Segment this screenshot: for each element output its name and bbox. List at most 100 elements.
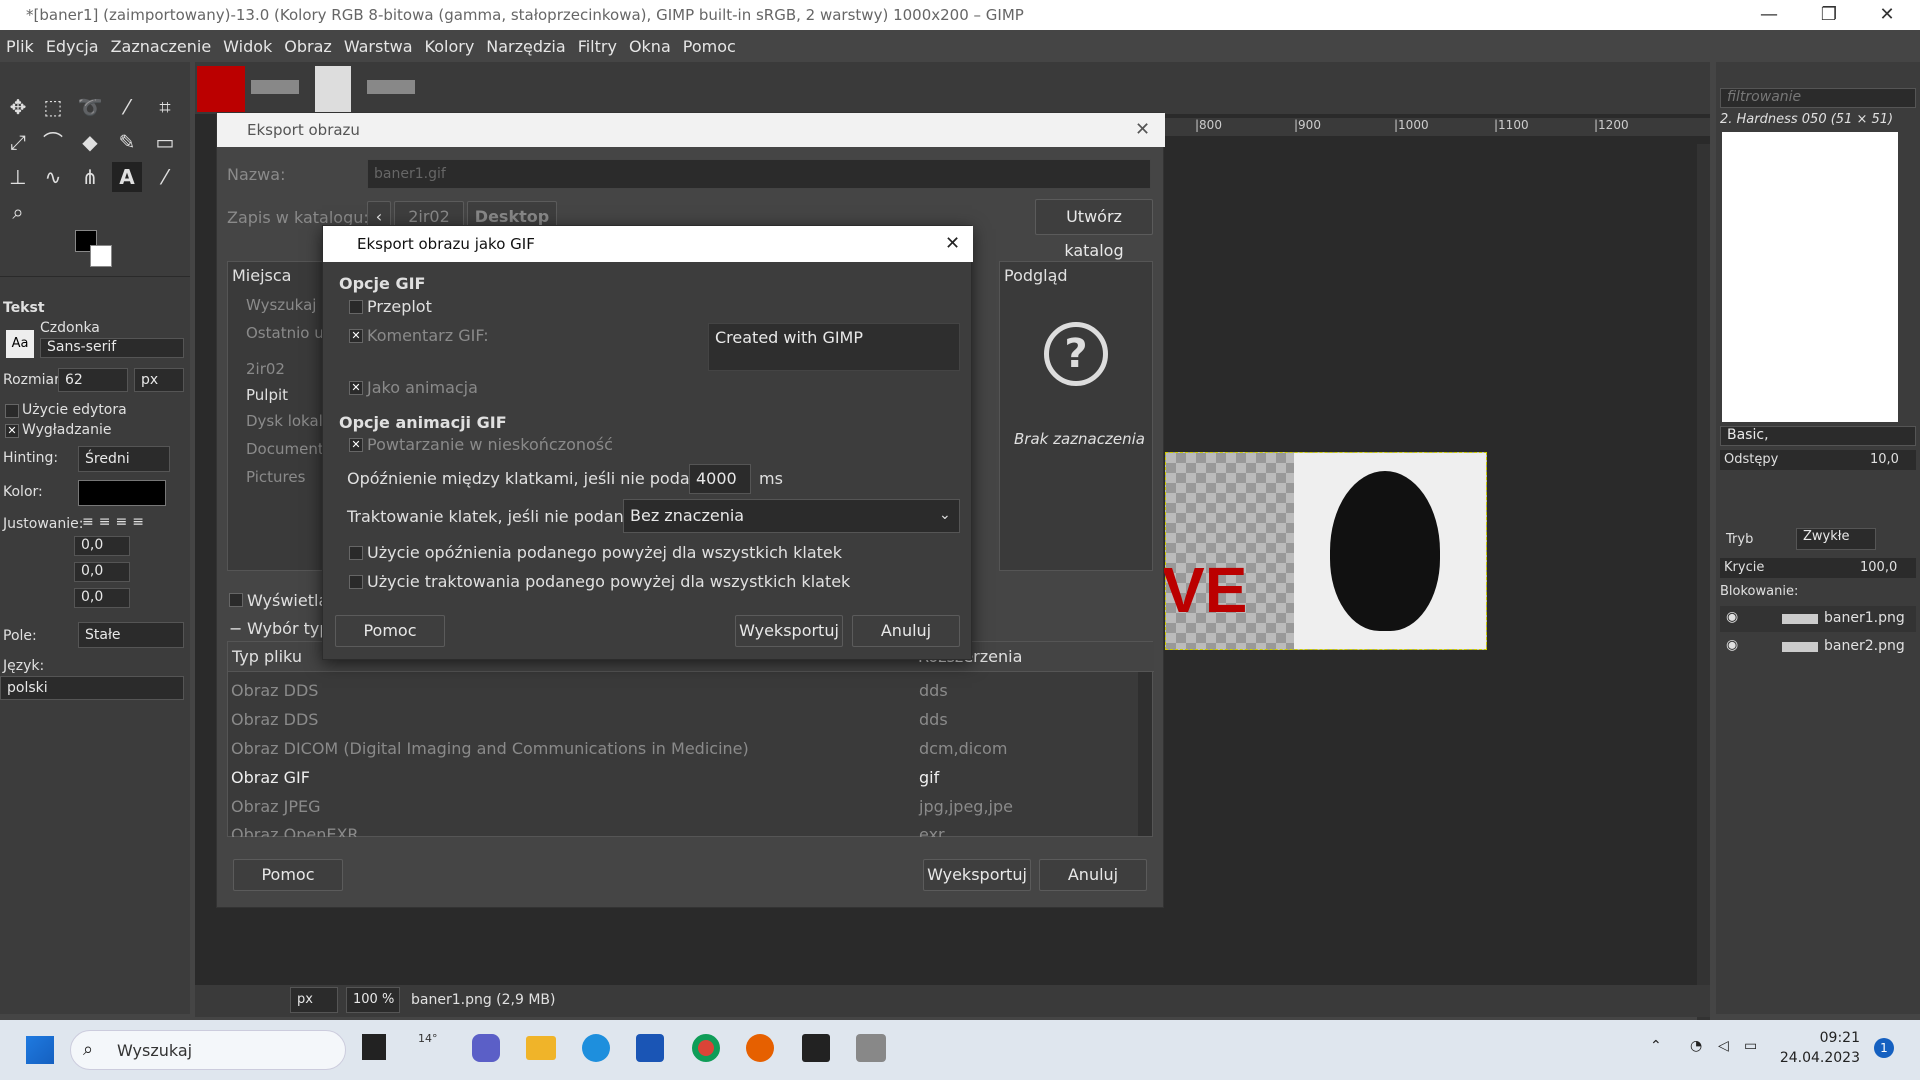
col-header-type[interactable]: Typ pliku xyxy=(232,647,302,666)
menu-image[interactable]: Obraz xyxy=(284,37,332,56)
paths-icon[interactable]: ⋔ xyxy=(75,162,105,192)
as-animation-checkbox[interactable]: ✕ xyxy=(349,381,363,395)
color-picker-icon[interactable]: ⁄ xyxy=(150,162,180,192)
brush-filter-input[interactable]: filtrowanie xyxy=(1720,88,1916,108)
brush-preset-select[interactable]: Basic, xyxy=(1720,426,1916,446)
menu-help[interactable]: Pomoc xyxy=(683,37,736,56)
rect-select-icon[interactable]: ⬚ xyxy=(38,92,68,122)
crop-icon[interactable]: ⌗ xyxy=(150,92,180,122)
table-scrollbar[interactable] xyxy=(1138,672,1152,836)
brush-grid[interactable] xyxy=(1722,132,1898,422)
transform-icon[interactable]: ⤢ xyxy=(3,127,33,157)
export-close-icon[interactable]: ✕ xyxy=(1135,113,1150,147)
place-item[interactable]: Document xyxy=(246,440,324,458)
place-item[interactable]: Wyszukaj xyxy=(246,296,316,314)
menu-select[interactable]: Zaznaczenie xyxy=(111,37,212,56)
menu-layer[interactable]: Warstwa xyxy=(344,37,413,56)
table-row[interactable]: Obraz DDS xyxy=(231,681,318,700)
clone-icon[interactable]: ⊥ xyxy=(3,162,33,192)
volume-icon[interactable]: ◁ xyxy=(1718,1038,1729,1054)
fuzzy-select-icon[interactable]: ⁄ xyxy=(112,92,142,122)
show-all-checkbox[interactable] xyxy=(229,593,243,607)
menu-colors[interactable]: Kolory xyxy=(425,37,475,56)
menu-edit[interactable]: Edycja xyxy=(46,37,99,56)
indent-input[interactable]: 0,0 xyxy=(74,536,130,556)
opacity-slider[interactable]: Krycie 100,0 xyxy=(1720,558,1916,578)
antialias-checkbox[interactable]: ✕ xyxy=(5,424,19,438)
table-row-selected[interactable]: Obraz GIF xyxy=(231,768,310,787)
battery-icon[interactable]: ▭ xyxy=(1744,1038,1757,1054)
menu-windows[interactable]: Okna xyxy=(629,37,671,56)
text-color-swatch[interactable] xyxy=(78,480,166,506)
bucket-fill-icon[interactable]: ◆ xyxy=(75,127,105,157)
interlace-checkbox[interactable] xyxy=(349,300,363,314)
place-item[interactable]: Pulpit xyxy=(246,386,288,404)
image-canvas[interactable]: VE xyxy=(1162,452,1487,650)
close-window-button[interactable]: ✕ xyxy=(1864,0,1910,30)
loop-checkbox[interactable]: ✕ xyxy=(349,438,363,452)
webstorm-icon[interactable] xyxy=(802,1034,830,1062)
gif-export-button[interactable]: Wyeksportuj xyxy=(735,615,843,647)
export-help-button[interactable]: Pomoc xyxy=(233,859,343,891)
place-item[interactable]: Dysk lokal xyxy=(246,412,323,430)
menu-filters[interactable]: Filtry xyxy=(578,37,617,56)
eraser-icon[interactable]: ▭ xyxy=(150,127,180,157)
justify-buttons[interactable]: ≡≡≡≡ xyxy=(82,514,149,530)
place-item[interactable]: 2ir02 xyxy=(246,360,285,378)
menu-file[interactable]: Plik xyxy=(6,37,34,56)
box-select[interactable]: Stałe xyxy=(78,622,184,648)
paintbrush-icon[interactable]: ✎ xyxy=(112,127,142,157)
chrome-icon[interactable] xyxy=(692,1034,720,1062)
image-tab-thumbnail[interactable] xyxy=(315,66,351,112)
maximize-button[interactable]: ❐ xyxy=(1806,0,1852,30)
edge-icon[interactable] xyxy=(582,1034,610,1062)
file-explorer-icon[interactable] xyxy=(526,1036,556,1060)
collapse-toggle-icon[interactable]: − xyxy=(229,619,242,638)
store-icon[interactable] xyxy=(636,1034,664,1062)
minimize-button[interactable]: — xyxy=(1746,0,1792,30)
visibility-eye-icon[interactable]: ◉ xyxy=(1726,609,1738,625)
gif-close-icon[interactable]: ✕ xyxy=(945,226,960,262)
table-row[interactable]: Obraz JPEG xyxy=(231,797,321,816)
firefox-icon[interactable] xyxy=(746,1034,774,1062)
export-cancel-button[interactable]: Anuluj xyxy=(1039,859,1147,891)
clock-time[interactable]: 09:21 xyxy=(1800,1030,1860,1046)
size-unit-select[interactable]: px xyxy=(134,368,184,392)
tray-chevron-icon[interactable]: ⌃ xyxy=(1650,1038,1662,1054)
delay-input[interactable]: 4000 xyxy=(689,464,751,494)
start-windows-icon[interactable] xyxy=(26,1036,54,1064)
background-color[interactable] xyxy=(90,245,112,267)
hinting-select[interactable]: Średni xyxy=(78,446,170,472)
disposal-select[interactable]: Bez znaczenia xyxy=(623,499,960,533)
size-input[interactable]: 62 xyxy=(58,368,128,392)
table-row[interactable]: Obraz DDS xyxy=(231,710,318,729)
font-button[interactable]: Aa xyxy=(6,330,34,358)
vertical-scrollbar[interactable] xyxy=(1697,144,1710,1024)
table-row[interactable]: Obraz DICOM (Digital Imaging and Communi… xyxy=(231,739,749,758)
image-tab-thumbnail[interactable] xyxy=(251,80,299,94)
taskbar-search[interactable]: ⌕ Wyszukaj xyxy=(70,1030,346,1070)
text-tool-icon[interactable]: A xyxy=(112,162,142,192)
gif-help-button[interactable]: Pomoc xyxy=(335,615,445,647)
comment-checkbox[interactable]: ✕ xyxy=(349,329,363,343)
use-delay-all-checkbox[interactable] xyxy=(349,546,363,560)
create-folder-button[interactable]: Utwórz katalog xyxy=(1035,199,1153,260)
comment-textarea[interactable]: Created with GIMP xyxy=(708,323,960,371)
layer-row[interactable]: ◉ baner1.png xyxy=(1720,606,1916,632)
visibility-eye-icon[interactable]: ◉ xyxy=(1726,637,1738,653)
dropdown-chevron-icon[interactable]: ⌄ xyxy=(939,507,951,523)
lasso-icon[interactable]: ➰ xyxy=(75,92,105,122)
line-spacing-input[interactable]: 0,0 xyxy=(74,562,130,582)
font-field[interactable]: Sans-serif xyxy=(40,338,184,358)
weather-icon[interactable]: 14° xyxy=(418,1032,448,1058)
mode-select[interactable]: Zwykłe xyxy=(1796,528,1876,550)
spacing-slider[interactable]: Odstępy 10,0 xyxy=(1720,450,1916,470)
unit-select[interactable]: px xyxy=(290,987,338,1013)
gimp-icon[interactable] xyxy=(856,1034,886,1062)
menu-view[interactable]: Widok xyxy=(223,37,272,56)
use-disposal-all-checkbox[interactable] xyxy=(349,575,363,589)
warp-icon[interactable]: ⌒ xyxy=(38,127,68,157)
zoom-icon[interactable]: ⌕ xyxy=(3,197,33,227)
zoom-select[interactable]: 100 % xyxy=(346,987,400,1013)
layer-row[interactable]: ◉ baner2.png xyxy=(1720,634,1916,660)
